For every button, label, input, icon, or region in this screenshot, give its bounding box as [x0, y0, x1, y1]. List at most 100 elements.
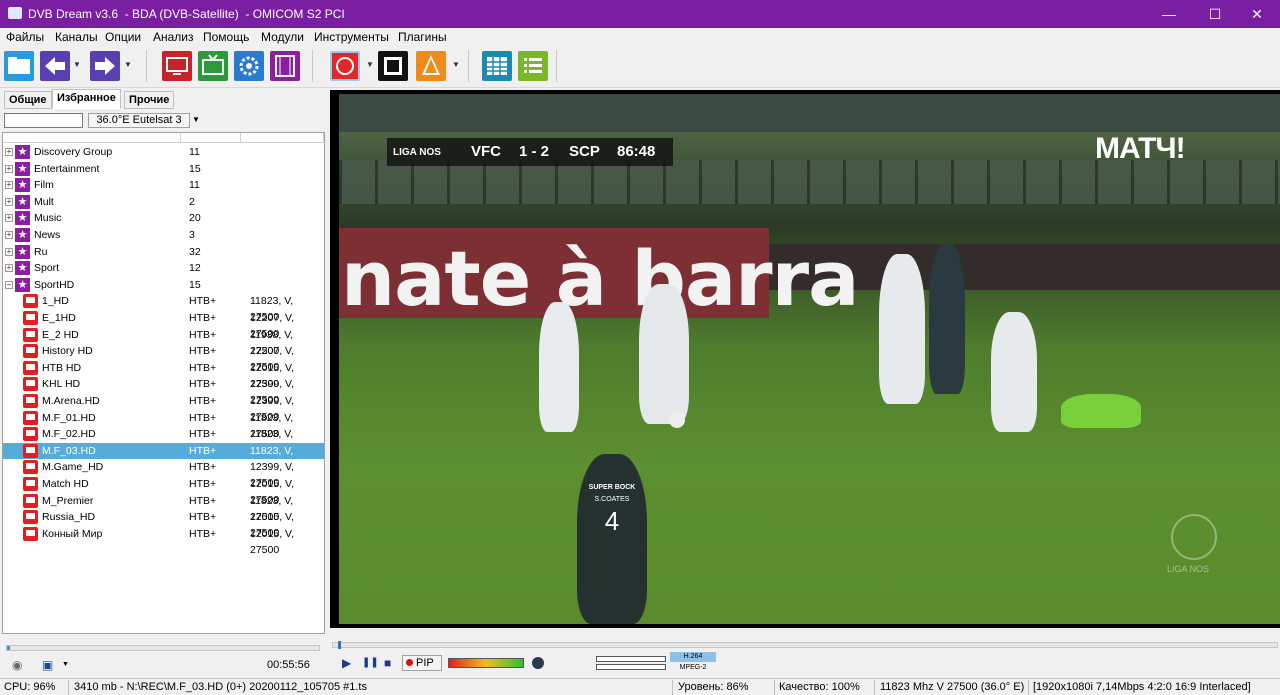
list-header-col-provider[interactable]	[181, 133, 241, 142]
menu-tools[interactable]: Инструменты	[314, 30, 389, 44]
screen-mode-icon[interactable]: ▣	[42, 658, 53, 672]
group-name: Film	[34, 179, 54, 192]
menu-plugins[interactable]: Плагины	[398, 30, 447, 44]
list-header-col-name[interactable]	[3, 133, 181, 142]
menu-files[interactable]: Файлы	[6, 30, 44, 44]
disk-icon[interactable]: ◉	[12, 658, 22, 672]
menu-channels[interactable]: Каналы	[55, 30, 98, 44]
player-figure	[539, 302, 579, 432]
group-row[interactable]: − ★ SportHD 15	[3, 277, 324, 293]
channel-name: E_1HD	[42, 312, 76, 324]
channel-row[interactable]: M.F_03.HD НТВ+ 11823, V, 27500	[3, 442, 324, 473]
channel-row[interactable]: History HD НТВ+ 12207, V, 27500	[3, 343, 324, 373]
tab-other[interactable]: Прочие	[124, 91, 175, 109]
window-title: DVB Dream v3.6 - BDA (DVB-Satellite) - O…	[28, 7, 345, 21]
expand-toggle-icon[interactable]: −	[5, 280, 13, 289]
tv-icon[interactable]	[198, 51, 228, 81]
group-row[interactable]: + ★ Mult 2	[3, 194, 324, 210]
tv-channel-icon	[23, 493, 38, 508]
pip-button[interactable]: PIP	[402, 655, 442, 671]
expand-toggle-icon[interactable]: +	[5, 264, 13, 273]
monitor-icon[interactable]	[162, 51, 192, 81]
channel-filter-input[interactable]	[4, 113, 83, 128]
list-header-col-transponder[interactable]	[241, 133, 324, 142]
vlc-dropdown-chevron-icon[interactable]: ▼	[452, 60, 460, 69]
group-row[interactable]: + ★ Sport 12	[3, 260, 324, 276]
forward-dropdown-chevron-icon[interactable]: ▼	[124, 60, 132, 69]
toolbar-separator	[468, 50, 469, 82]
vlc-cone-icon[interactable]	[416, 51, 446, 81]
channel-row[interactable]: E_2 HD НТВ+ 11938, V, 27500	[3, 327, 324, 357]
status-quality: Качество: 100%	[779, 681, 860, 693]
status-separator	[1028, 680, 1029, 695]
channel-row[interactable]: 1_HD НТВ+ 11823, V, 27500	[3, 293, 324, 323]
group-row[interactable]: + ★ Music 20	[3, 210, 324, 226]
screen-mode-dropdown-chevron-icon[interactable]: ▼	[62, 661, 69, 668]
group-row[interactable]: + ★ Entertainment 15	[3, 161, 324, 177]
menu-analysis[interactable]: Анализ	[153, 30, 194, 44]
satellite-select[interactable]: 36.0°E Eutelsat 3	[88, 113, 190, 128]
channel-row[interactable]: Конный Мир НТВ+ 12015, V, 27500	[3, 526, 324, 556]
open-folder-icon[interactable]	[4, 51, 34, 81]
stop-square-icon[interactable]	[378, 51, 408, 81]
channel-row[interactable]: M.F_01.HD НТВ+ 11823, V, 27500	[3, 410, 324, 440]
volume-slider[interactable]	[448, 658, 524, 668]
channel-row[interactable]: KHL HD НТВ+ 12399, V, 27500	[3, 376, 324, 406]
seek-knob[interactable]	[337, 641, 341, 649]
film-icon[interactable]	[270, 51, 300, 81]
channel-row[interactable]: M.Arena.HD НТВ+ 12399, V, 27500	[3, 393, 324, 423]
list-header	[3, 133, 324, 143]
settings-gear-icon[interactable]	[234, 51, 264, 81]
list-icon[interactable]	[518, 51, 548, 81]
channel-provider: НТВ+	[189, 295, 217, 308]
close-button[interactable]: ✕	[1234, 0, 1280, 28]
expand-toggle-icon[interactable]: +	[5, 231, 13, 239]
maximize-button[interactable]: ☐	[1192, 0, 1238, 28]
record-progress-bar	[6, 645, 320, 651]
group-row[interactable]: + ★ Film 11	[3, 177, 324, 193]
status-level: Уровень: 86%	[678, 681, 749, 693]
channel-transponder: 12015, V, 27500	[250, 527, 294, 556]
channel-row[interactable]: M_Premier НТВ+ 11823, V, 27500	[3, 493, 324, 523]
status-bar: CPU: 96% 3410 mb - N:\REC\M.F_03.HD (0+)…	[0, 678, 1280, 695]
expand-toggle-icon[interactable]: +	[5, 181, 13, 190]
grid-icon[interactable]	[482, 51, 512, 81]
expand-toggle-icon[interactable]: +	[5, 148, 13, 156]
expand-toggle-icon[interactable]: +	[5, 164, 13, 173]
back-arrow-icon[interactable]	[40, 51, 70, 81]
status-cpu: CPU: 96%	[4, 681, 56, 693]
stop-button[interactable]: ■	[384, 656, 391, 670]
channel-row[interactable]: НТВ HD НТВ+ 12015, V, 27500	[3, 360, 324, 390]
scorebug-score: 1 - 2	[519, 143, 550, 160]
group-row[interactable]: + ★ Ru 32	[3, 244, 324, 260]
menu-modules[interactable]: Модули	[261, 30, 304, 44]
satellite-dropdown-chevron-icon[interactable]: ▼	[192, 115, 200, 124]
expand-toggle-icon[interactable]: +	[5, 247, 13, 256]
pause-button[interactable]: ❚❚	[362, 657, 379, 668]
expand-toggle-icon[interactable]: +	[5, 197, 13, 206]
seek-bar[interactable]	[332, 641, 1278, 649]
menu-help[interactable]: Помощь	[203, 30, 249, 44]
back-dropdown-chevron-icon[interactable]: ▼	[73, 60, 81, 69]
menu-options[interactable]: Опции	[105, 30, 141, 44]
group-row[interactable]: + ★ News 3	[3, 227, 324, 243]
group-row[interactable]: + ★ Discovery Group 11	[3, 144, 324, 160]
record-dropdown-chevron-icon[interactable]: ▼	[366, 60, 374, 69]
minimize-button[interactable]: —	[1146, 0, 1192, 28]
play-button[interactable]: ▶	[342, 656, 351, 670]
tab-general[interactable]: Общие	[4, 91, 52, 109]
channel-row[interactable]: Russia_HD НТВ+ 12015, V, 27500	[3, 509, 324, 539]
expand-toggle-icon[interactable]: +	[5, 214, 13, 223]
forward-arrow-icon[interactable]	[90, 51, 120, 81]
record-icon[interactable]	[330, 51, 360, 81]
channel-row[interactable]: M.F_02.HDНТВ+11823, V, 27500	[3, 426, 324, 456]
channel-row[interactable]: E_1HD НТВ+ 12207, V, 27500	[3, 310, 324, 340]
favorite-star-icon: ★	[15, 244, 30, 259]
globe-icon[interactable]	[532, 657, 544, 669]
tv-channel-icon	[23, 344, 38, 359]
channel-row[interactable]: Match HD НТВ+ 12015, V, 27500	[3, 476, 324, 506]
channel-list[interactable]: + ★ Discovery Group 11 + ★ Entertainment 15 + ★ Fi…	[2, 132, 325, 634]
tab-favorites[interactable]: Избранное	[52, 89, 121, 109]
video-player[interactable]: nate à barra LIGA NOS VFC 1 - 2 SCP 86:4…	[330, 90, 1280, 628]
channel-row[interactable]: M.Game_HD НТВ+ 12399, V, 27500	[3, 459, 324, 489]
